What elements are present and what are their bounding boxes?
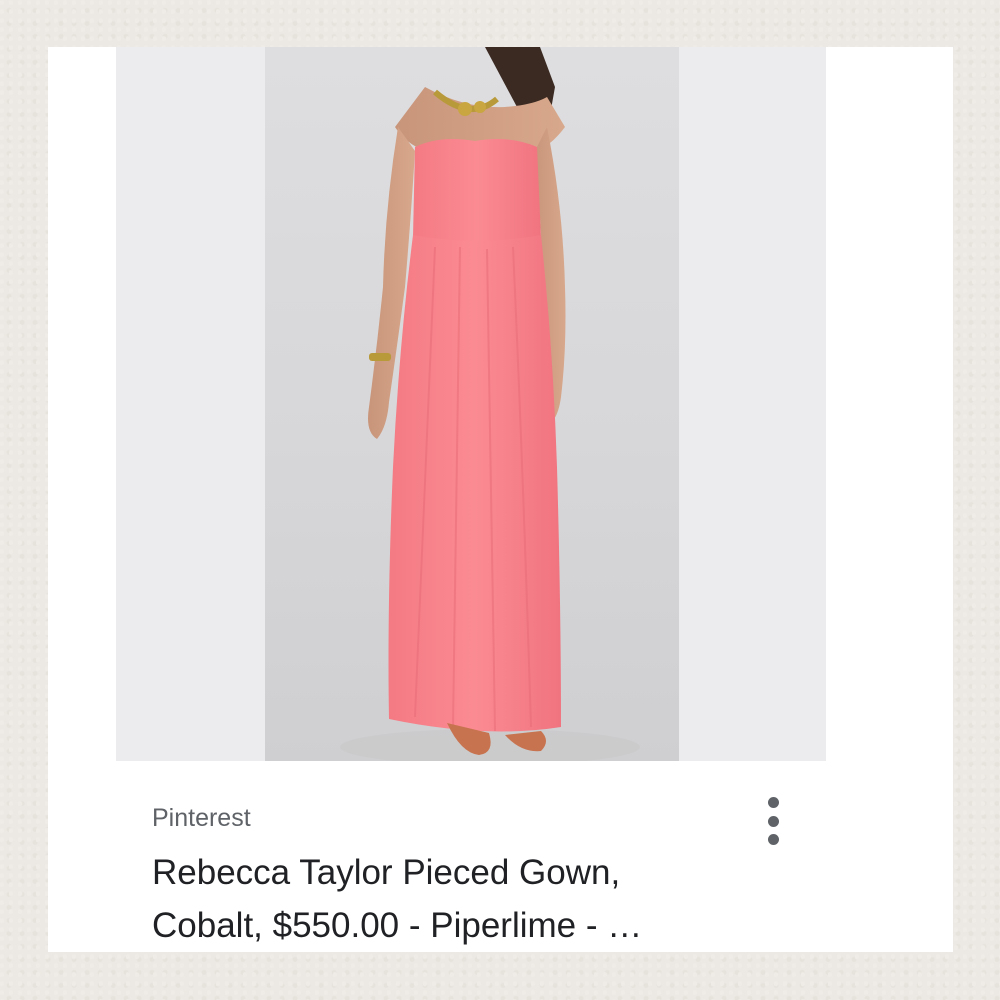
result-title-line-2[interactable]: Cobalt, $550.00 - Piperlime - …	[152, 899, 852, 952]
product-photo[interactable]	[265, 47, 679, 761]
photo-frame-background: Pinterest Rebecca Taylor Pieced Gown, Co…	[0, 0, 1000, 1000]
more-vert-icon-dot	[767, 815, 779, 827]
result-image-container[interactable]	[116, 47, 826, 761]
more-vert-icon	[767, 797, 779, 808]
more-vert-icon-dot	[767, 834, 779, 845]
more-options-button[interactable]	[762, 795, 784, 847]
result-title[interactable]: Rebecca Taylor Pieced Gown, Cobalt, $550…	[152, 846, 852, 952]
result-source[interactable]: Pinterest	[152, 802, 852, 834]
dress-model-illustration	[340, 47, 640, 761]
result-title-line-1[interactable]: Rebecca Taylor Pieced Gown,	[152, 846, 852, 899]
result-meta: Pinterest Rebecca Taylor Pieced Gown, Co…	[152, 802, 852, 952]
search-result-card[interactable]: Pinterest Rebecca Taylor Pieced Gown, Co…	[48, 47, 953, 952]
